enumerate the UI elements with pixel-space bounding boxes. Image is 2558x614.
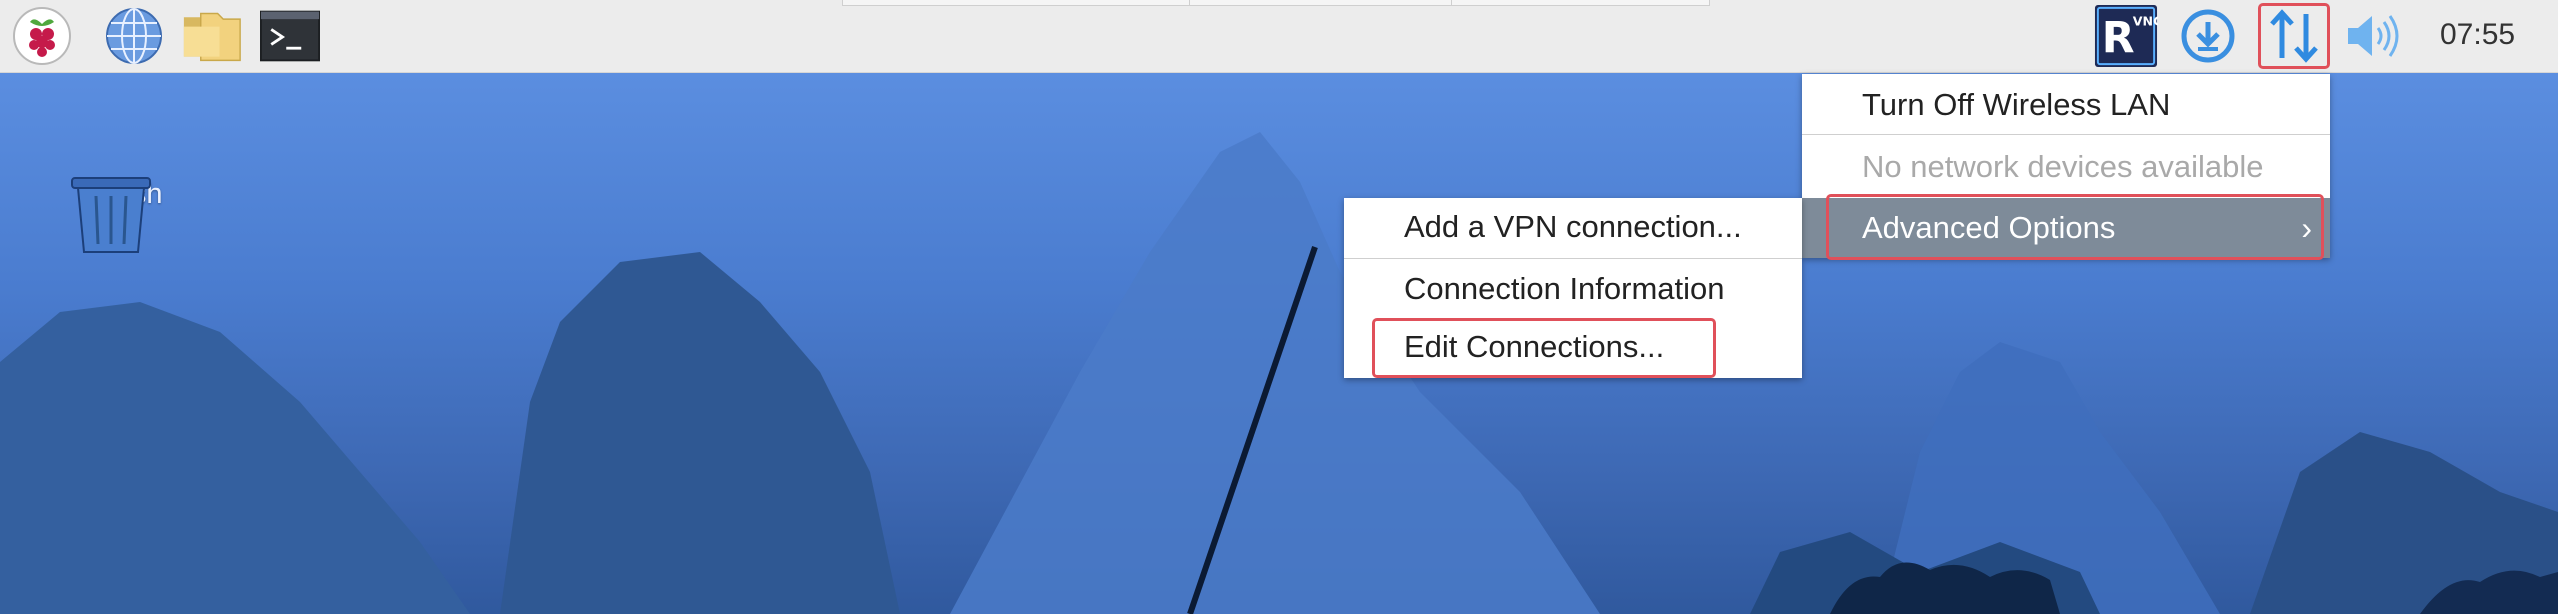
advanced-options-submenu: Add a VPN connection... Connection Infor… — [1344, 198, 1802, 378]
volume-tray-button[interactable] — [2340, 4, 2404, 68]
menu-item-label: Turn Off Wireless LAN — [1862, 87, 2171, 122]
menu-separator — [1344, 258, 1802, 259]
terminal-icon — [260, 10, 320, 62]
file-manager-icon — [183, 12, 241, 62]
updater-tray-button[interactable] — [2176, 4, 2240, 68]
menu-item-advanced-options[interactable]: Advanced Options › — [1802, 198, 2330, 258]
menu-item-label: Connection Information — [1404, 271, 1725, 306]
clock[interactable]: 07:55 — [2440, 18, 2515, 52]
download-icon — [2181, 9, 2235, 63]
svg-text:R: R — [2102, 13, 2135, 63]
menu-item-label: Add a VPN connection... — [1404, 209, 1742, 244]
menu-separator — [1802, 134, 2330, 135]
vnc-tray-button[interactable]: R VNC — [2094, 4, 2158, 68]
web-browser-icon — [106, 8, 162, 64]
speaker-icon — [2348, 15, 2399, 57]
menu-item-connection-information[interactable]: Connection Information — [1344, 260, 1802, 318]
menu-item-turn-off-wireless[interactable]: Turn Off Wireless LAN — [1802, 76, 2330, 134]
svg-text:VNC: VNC — [2133, 13, 2158, 28]
menu-item-label: Advanced Options — [1862, 210, 2116, 245]
terminal-button[interactable] — [260, 6, 320, 66]
raspberry-menu-button[interactable] — [12, 6, 72, 66]
menu-item-no-devices: No network devices available — [1802, 138, 2330, 196]
top-panel: R VNC 07:55 — [0, 0, 2558, 73]
menu-item-label: Edit Connections... — [1404, 329, 1665, 364]
menu-item-edit-connections[interactable]: Edit Connections... — [1344, 318, 1802, 376]
file-manager-button[interactable] — [182, 6, 242, 66]
trash-desktop-icon[interactable]: Trash — [66, 172, 186, 253]
network-tray-button[interactable] — [2258, 3, 2330, 69]
network-menu: Turn Off Wireless LAN No network devices… — [1802, 74, 2330, 258]
network-arrows-icon — [2270, 9, 2318, 63]
trash-icon — [71, 177, 151, 253]
web-browser-button[interactable] — [104, 6, 164, 66]
raspberry-menu-icon — [13, 7, 71, 65]
taskbar-area — [842, 0, 1710, 6]
menu-item-add-vpn[interactable]: Add a VPN connection... — [1344, 198, 1802, 256]
vnc-icon: R VNC — [2094, 4, 2158, 68]
chevron-right-icon: › — [2301, 210, 2312, 246]
menu-item-label: No network devices available — [1862, 149, 2264, 184]
